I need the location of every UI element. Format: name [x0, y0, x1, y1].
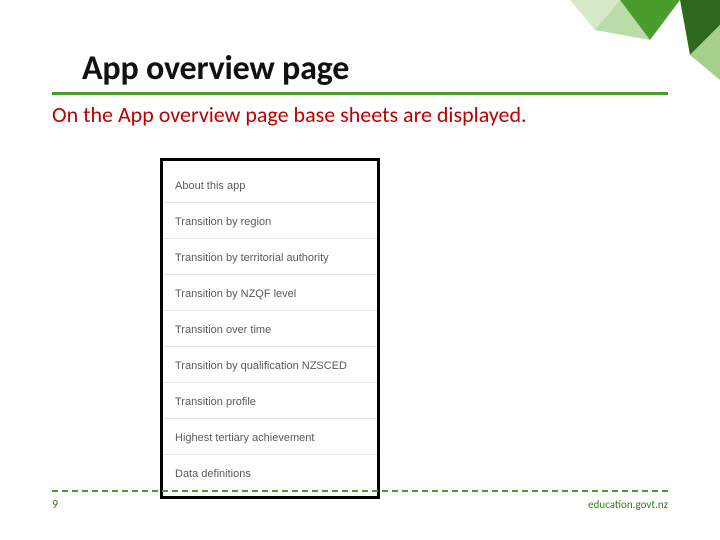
sheet-label: Transition profile	[175, 396, 256, 408]
list-item[interactable]: About this app	[163, 167, 377, 203]
sheet-label: Transition over time	[175, 324, 271, 336]
page-title: App overview page	[52, 48, 668, 89]
sheet-label: Transition by territorial authority	[175, 252, 329, 264]
page-number: 9	[52, 498, 58, 512]
footer-divider	[52, 490, 668, 492]
list-item[interactable]: Transition by territorial authority	[163, 239, 377, 275]
list-item[interactable]: Transition by NZQF level	[163, 275, 377, 311]
list-item[interactable]: Highest tertiary achievement	[163, 419, 377, 455]
sheet-label: Transition by region	[175, 216, 271, 228]
list-item[interactable]: Transition by qualification NZSCED	[163, 347, 377, 383]
list-item[interactable]: Transition by region	[163, 203, 377, 239]
list-item[interactable]: Transition profile	[163, 383, 377, 419]
sheet-label: Transition by NZQF level	[175, 288, 296, 300]
slide-content: App overview page On the App overview pa…	[52, 48, 668, 128]
page-subtitle: On the App overview page base sheets are…	[52, 101, 668, 128]
sheet-label: About this app	[175, 180, 245, 192]
footer-link: education.govt.nz	[588, 498, 668, 511]
footer: 9 education.govt.nz	[52, 490, 668, 512]
footer-row: 9 education.govt.nz	[52, 498, 668, 512]
sheet-label: Transition by qualification NZSCED	[175, 360, 347, 372]
sheets-list: About this app Transition by region Tran…	[160, 158, 380, 499]
list-item[interactable]: Data definitions	[163, 455, 377, 490]
title-underline	[52, 92, 668, 95]
sheet-label: Highest tertiary achievement	[175, 432, 314, 444]
list-item[interactable]: Transition over time	[163, 311, 377, 347]
sheet-label: Data definitions	[175, 468, 251, 480]
